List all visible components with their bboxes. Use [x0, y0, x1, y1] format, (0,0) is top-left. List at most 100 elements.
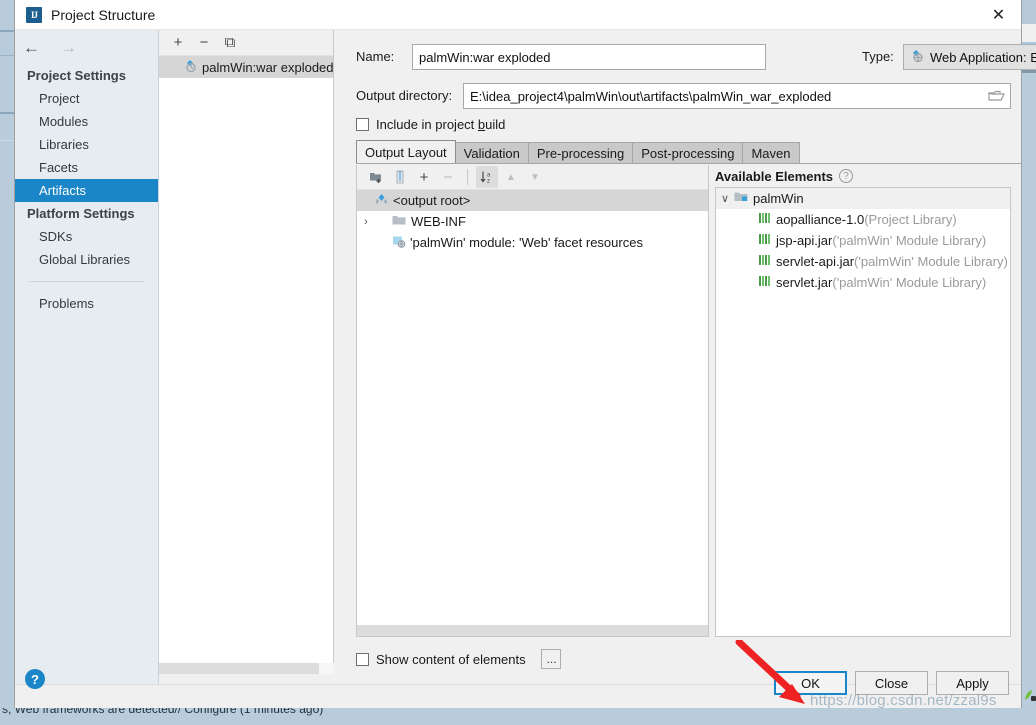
ide-status-label: s, Web frameworks are detected// Configu… [2, 708, 324, 716]
list-item[interactable]: servlet-api.jar ('palmWin' Module Librar… [716, 251, 1010, 272]
dialog-title: Project Structure [51, 6, 156, 23]
add-copy-of-button[interactable]: + [413, 166, 435, 188]
include-in-build-tail: uild [485, 117, 506, 132]
tabs-underline [356, 163, 1021, 164]
tree-row[interactable]: › WEB-INF [357, 211, 708, 232]
show-content-options-button[interactable]: ... [540, 649, 561, 669]
move-down-button[interactable]: ▼ [524, 166, 546, 188]
sidebar-item-problems[interactable]: Problems [15, 292, 158, 315]
name-label: Name: [356, 49, 395, 64]
list-item-label: jsp-api.jar [776, 233, 833, 248]
facet-resources-icon [392, 235, 406, 251]
artifacts-horizontal-scrollbar[interactable] [159, 663, 334, 674]
apply-button[interactable]: Apply [936, 671, 1009, 695]
artifact-list-item[interactable]: palmWin:war exploded [159, 56, 334, 78]
tab-output-layout[interactable]: Output Layout [356, 140, 456, 163]
tab-pre-processing[interactable]: Pre-processing [527, 142, 634, 163]
library-icon [758, 254, 771, 269]
library-icon [758, 212, 771, 227]
settings-sidebar: ← → Project Settings Project Modules Lib… [15, 30, 159, 685]
scrollbar-thumb[interactable] [159, 663, 319, 674]
available-elements-title: Available Elements [715, 168, 834, 184]
list-item-label: aopalliance-1.0 [776, 212, 865, 227]
artifacts-list-panel: + − ⧉ palmWin:war exploded [159, 30, 334, 685]
sidebar-item-project[interactable]: Project [15, 87, 158, 110]
tree-row-label: WEB-INF [411, 214, 466, 229]
close-button[interactable]: Close [855, 671, 928, 695]
output-root-icon [375, 193, 388, 209]
list-item-label: palmWin [753, 191, 804, 206]
dialog-body: ← → Project Settings Project Modules Lib… [15, 30, 1036, 685]
tree-row-label: <output root> [393, 193, 471, 208]
tree-row[interactable]: 'palmWin' module: 'Web' facet resources [357, 232, 708, 253]
sidebar-item-sdks[interactable]: SDKs [15, 225, 158, 248]
svg-text:z: z [487, 179, 490, 185]
list-item-label: servlet-api.jar [776, 254, 855, 269]
artifact-name-input[interactable] [412, 44, 766, 70]
type-label: Type: [862, 49, 894, 64]
copy-artifact-button[interactable]: ⧉ [219, 32, 241, 54]
ide-tray-icon [1023, 688, 1036, 702]
chevron-right-icon[interactable]: › [357, 216, 375, 228]
sidebar-item-modules[interactable]: Modules [15, 110, 158, 133]
tree-row[interactable]: <output root> [357, 190, 708, 211]
close-icon[interactable]: ✕ [976, 0, 1021, 30]
show-content-label: Show content of elements [376, 651, 526, 667]
ok-button[interactable]: OK [774, 671, 847, 695]
module-icon [734, 191, 748, 206]
output-layout-horizontal-scrollbar[interactable] [357, 625, 708, 636]
tab-validation[interactable]: Validation [454, 142, 529, 163]
include-in-build-label: Include in project build [376, 117, 505, 132]
forward-arrow-icon[interactable]: → [55, 38, 82, 57]
include-in-build-row[interactable]: Include in project build [356, 117, 505, 132]
output-layout-toolbar: + − a z ▲ ▼ [357, 165, 708, 190]
include-in-build-checkbox[interactable] [356, 118, 369, 131]
artifact-type-select[interactable]: Web Application: Exploded ▾ [903, 44, 1036, 70]
artifacts-toolbar: + − ⧉ [159, 30, 333, 56]
ide-background-right [1022, 24, 1036, 725]
tab-maven[interactable]: Maven [742, 142, 800, 163]
show-content-checkbox[interactable] [356, 652, 369, 666]
ide-background-left [0, 0, 14, 725]
sidebar-group-platform-settings: Platform Settings [27, 206, 135, 221]
list-item-suffix: (Project Library) [864, 212, 957, 227]
list-item[interactable]: jsp-api.jar ('palmWin' Module Library) [716, 230, 1010, 251]
output-directory-label: Output directory: [356, 88, 453, 103]
create-directory-button[interactable] [365, 166, 387, 188]
sort-elements-button[interactable]: a z [476, 166, 498, 188]
library-icon [758, 275, 771, 290]
remove-artifact-button[interactable]: − [193, 32, 215, 54]
list-item-label: servlet.jar [776, 275, 833, 290]
ide-status-text: s, Web frameworks are detected// Configu… [0, 708, 1036, 725]
sidebar-item-global-libraries[interactable]: Global Libraries [15, 248, 158, 271]
artifact-type-value: Web Application: Exploded [930, 49, 1036, 65]
list-item[interactable]: aopalliance-1.0 (Project Library) [716, 209, 1010, 230]
intellij-idea-icon: IJ [26, 6, 42, 23]
include-in-build-text: Include in project [376, 117, 478, 132]
sidebar-item-facets[interactable]: Facets [15, 156, 158, 179]
output-directory-input[interactable] [463, 83, 1011, 109]
folder-browse-icon[interactable] [988, 88, 1006, 104]
sidebar-item-artifacts[interactable]: Artifacts [15, 179, 158, 202]
output-layout-pane: + − a z ▲ ▼ <output root> › WEB-INF 'pal… [356, 165, 709, 637]
screenshot-root: IJ Project Structure ✕ ← → Project Setti… [0, 0, 1036, 725]
tree-row-label: 'palmWin' module: 'Web' facet resources [410, 235, 643, 250]
artifact-tabs: Output Layout Validation Pre-processing … [356, 140, 1021, 163]
help-icon[interactable]: ? [839, 169, 854, 183]
move-up-button[interactable]: ▲ [500, 166, 522, 188]
list-item-suffix: ('palmWin' Module Library) [854, 254, 1008, 269]
add-artifact-button[interactable]: + [167, 32, 189, 54]
tab-post-processing[interactable]: Post-processing [632, 142, 744, 163]
chevron-down-icon[interactable]: ∨ [716, 192, 734, 205]
sidebar-item-libraries[interactable]: Libraries [15, 133, 158, 156]
sidebar-nav-arrows: ← → [15, 30, 158, 64]
remove-element-button[interactable]: − [437, 166, 459, 188]
list-item-suffix: ('palmWin' Module Library) [832, 233, 987, 248]
list-item[interactable]: servlet.jar ('palmWin' Module Library) [716, 272, 1010, 293]
list-item[interactable]: ∨ palmWin [716, 188, 1010, 209]
help-icon[interactable]: ? [25, 669, 45, 689]
back-arrow-icon[interactable]: ← [18, 38, 45, 57]
create-archive-button[interactable] [389, 166, 411, 188]
toolbar-divider [467, 169, 468, 185]
show-content-row[interactable]: Show content of elements ... [356, 649, 561, 669]
